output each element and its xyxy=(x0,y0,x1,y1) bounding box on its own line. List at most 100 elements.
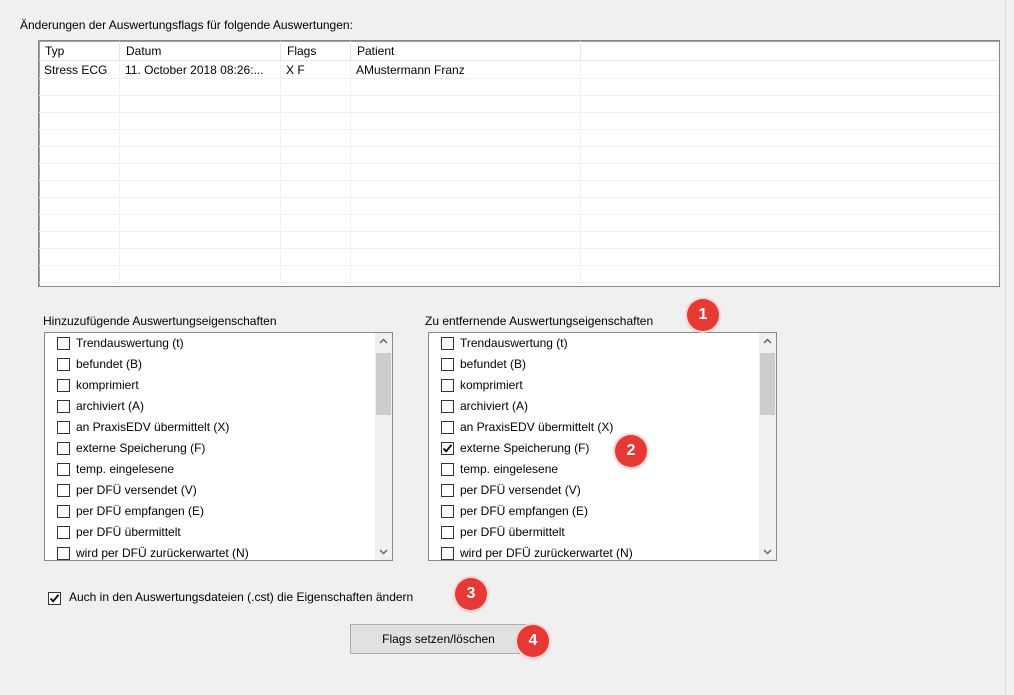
table-cell xyxy=(281,249,351,265)
checklist-item[interactable]: wird per DFÜ zurückerwartet (N) xyxy=(45,543,374,560)
checklist-item-label: per DFÜ versendet (V) xyxy=(460,483,581,497)
remove-properties-list[interactable]: Trendauswertung (t) befundet (B) komprimie… xyxy=(428,332,777,561)
checklist-item[interactable]: befundet (B) xyxy=(45,354,374,375)
window-border xyxy=(1005,0,1006,695)
evaluations-list[interactable]: Typ Datum Flags Patient Stress ECG 11. Oc… xyxy=(38,40,1000,287)
checklist-item-label: an PraxisEDV übermittelt (X) xyxy=(460,420,614,434)
checkbox[interactable] xyxy=(441,505,454,518)
table-cell xyxy=(39,130,120,146)
checklist-item[interactable]: temp. eingelesene xyxy=(45,459,374,480)
checkbox[interactable] xyxy=(441,358,454,371)
checklist-item[interactable]: archiviert (A) xyxy=(45,396,374,417)
table-row[interactable]: Stress ECG 11. October 2018 08:26:... X FA… xyxy=(39,62,999,79)
table-cell-filler xyxy=(581,130,999,146)
scroll-thumb[interactable] xyxy=(376,353,391,415)
table-cell-filler xyxy=(581,113,999,129)
scroll-up-button[interactable] xyxy=(375,333,392,350)
checkbox[interactable] xyxy=(57,442,70,455)
remove-properties-scrollbar[interactable] xyxy=(759,333,776,560)
checklist-item[interactable]: externe Speicherung (F) xyxy=(45,438,374,459)
table-cell xyxy=(351,198,581,214)
checklist-item[interactable]: per DFÜ empfangen (E) xyxy=(429,501,758,522)
checkbox[interactable] xyxy=(57,379,70,392)
checkbox[interactable] xyxy=(441,547,454,560)
callout-badge-2: 2 xyxy=(615,435,647,467)
add-properties-items: Trendauswertung (t) befundet (B) komprimie… xyxy=(45,333,374,560)
checklist-item-label: per DFÜ versendet (V) xyxy=(76,483,197,497)
checkbox[interactable] xyxy=(441,337,454,350)
checkbox[interactable] xyxy=(57,547,70,560)
column-header-patient[interactable]: Patient xyxy=(351,41,581,61)
table-cell xyxy=(39,96,120,112)
checkbox[interactable] xyxy=(441,526,454,539)
add-properties-list[interactable]: Trendauswertung (t) befundet (B) komprimie… xyxy=(44,332,393,561)
checkbox[interactable] xyxy=(441,484,454,497)
table-cell xyxy=(281,164,351,180)
also-change-files-checkbox[interactable] xyxy=(48,592,61,605)
column-header-flags[interactable]: Flags xyxy=(281,41,351,61)
checklist-item[interactable]: komprimiert xyxy=(429,375,758,396)
column-header-typ[interactable]: Typ xyxy=(39,41,120,61)
checkbox[interactable] xyxy=(57,505,70,518)
checklist-item[interactable]: archiviert (A) xyxy=(429,396,758,417)
checkbox[interactable] xyxy=(441,442,454,455)
table-cell xyxy=(39,181,120,197)
table-cell-filler xyxy=(581,147,999,163)
table-cell xyxy=(351,232,581,248)
table-cell: AMustermann Franz xyxy=(351,62,581,78)
checklist-item-label: archiviert (A) xyxy=(76,399,145,413)
checkbox[interactable] xyxy=(57,358,70,371)
table-cell xyxy=(120,147,281,163)
checklist-item[interactable]: per DFÜ übermittelt xyxy=(429,522,758,543)
add-properties-scrollbar[interactable] xyxy=(375,333,392,560)
scroll-thumb[interactable] xyxy=(760,353,775,415)
changes-label: Änderungen der Auswertungsflags für folg… xyxy=(20,18,353,32)
checkbox[interactable] xyxy=(57,526,70,539)
checklist-item[interactable]: Trendauswertung (t) xyxy=(45,333,374,354)
checklist-item[interactable]: befundet (B) xyxy=(429,354,758,375)
checklist-item[interactable]: temp. eingelesene xyxy=(429,459,758,480)
list-rows: Stress ECG 11. October 2018 08:26:... X FA… xyxy=(39,62,999,283)
checklist-item[interactable]: komprimiert xyxy=(45,375,374,396)
checklist-item[interactable]: per DFÜ empfangen (E) xyxy=(45,501,374,522)
checklist-item[interactable]: per DFÜ versendet (V) xyxy=(45,480,374,501)
checklist-item[interactable]: Trendauswertung (t) xyxy=(429,333,758,354)
checklist-item[interactable]: wird per DFÜ zurückerwartet (N) xyxy=(429,543,758,560)
table-cell xyxy=(281,215,351,231)
table-row-empty xyxy=(39,181,999,198)
checklist-item[interactable]: per DFÜ versendet (V) xyxy=(429,480,758,501)
checkbox[interactable] xyxy=(441,463,454,476)
scroll-down-button[interactable] xyxy=(375,543,392,560)
checklist-item-label: per DFÜ übermittelt xyxy=(460,525,565,539)
scroll-up-button[interactable] xyxy=(759,333,776,350)
checkbox[interactable] xyxy=(57,421,70,434)
checkbox[interactable] xyxy=(57,463,70,476)
table-cell xyxy=(120,198,281,214)
checkbox[interactable] xyxy=(441,421,454,434)
table-cell xyxy=(351,215,581,231)
table-row-empty xyxy=(39,96,999,113)
also-change-files-label: Auch in den Auswertungsdateien (.cst) di… xyxy=(69,590,414,604)
set-clear-flags-button[interactable]: Flags setzen/löschen xyxy=(350,624,527,654)
checkbox[interactable] xyxy=(57,337,70,350)
checkbox[interactable] xyxy=(441,379,454,392)
table-cell: Stress ECG xyxy=(39,62,120,78)
table-cell xyxy=(281,232,351,248)
checklist-item-label: Trendauswertung (t) xyxy=(76,336,184,350)
checkbox[interactable] xyxy=(57,484,70,497)
table-cell-filler xyxy=(581,198,999,214)
column-header-datum[interactable]: Datum xyxy=(120,41,281,61)
table-cell-filler xyxy=(581,232,999,248)
checklist-item[interactable]: an PraxisEDV übermittelt (X) xyxy=(45,417,374,438)
checkbox[interactable] xyxy=(57,400,70,413)
checkbox[interactable] xyxy=(441,400,454,413)
table-cell xyxy=(120,96,281,112)
table-cell xyxy=(120,113,281,129)
scroll-down-button[interactable] xyxy=(759,543,776,560)
checkmark-icon xyxy=(49,594,60,603)
table-row-empty xyxy=(39,215,999,232)
checklist-item-label: temp. eingelesene xyxy=(76,462,175,476)
checklist-item[interactable]: per DFÜ übermittelt xyxy=(45,522,374,543)
checklist-item[interactable]: an PraxisEDV übermittelt (X) xyxy=(429,417,758,438)
checklist-item[interactable]: externe Speicherung (F) xyxy=(429,438,758,459)
